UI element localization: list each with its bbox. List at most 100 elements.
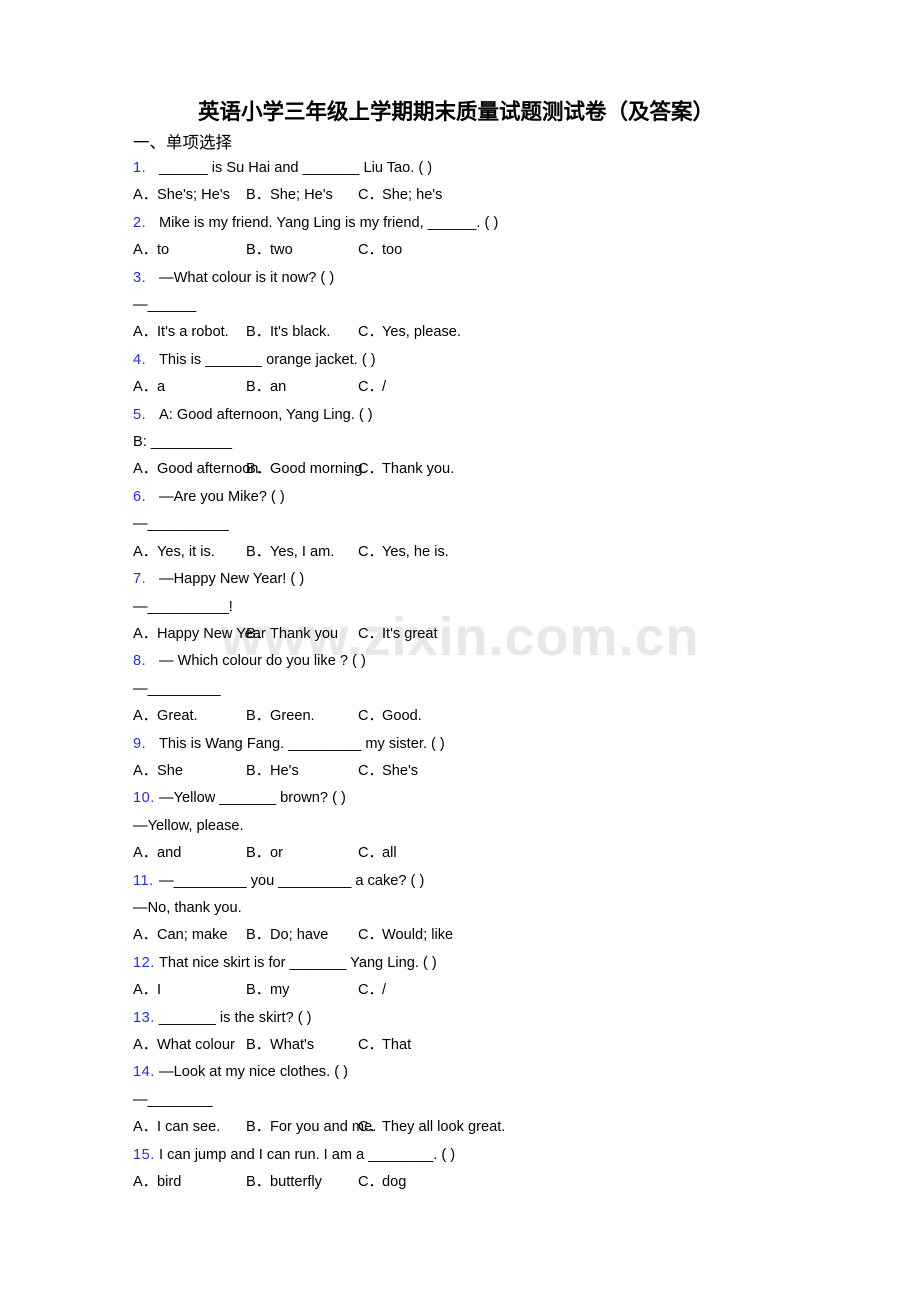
- option-choice[interactable]: C． Thank you.: [358, 456, 454, 483]
- question-number: 6.: [133, 488, 147, 505]
- option-choice[interactable]: A． bird: [133, 1169, 246, 1196]
- question-item: 6. —Are you Mike? ( ) —__________ A． Yes, it…: [133, 484, 920, 566]
- option-choice[interactable]: C． Yes, he is.: [358, 539, 449, 566]
- option-text: Thank you: [270, 625, 339, 642]
- option-choice[interactable]: C． dog: [358, 1169, 406, 1196]
- question-stem: 5. A: Good afternoon, Yang Ling. ( ): [133, 402, 920, 429]
- question-text: —Are you Mike? ( ): [159, 488, 285, 505]
- option-key: C．: [358, 1119, 384, 1136]
- question-item: 13. _______ is the skirt? ( ) A． What colou…: [133, 1005, 920, 1060]
- option-text: Would; like: [382, 927, 454, 944]
- option-choice[interactable]: A． Good afternoon.: [133, 456, 262, 483]
- section-heading-multiple-choice: 一、单项选择: [133, 133, 232, 152]
- question-item: 15. I can jump and I can run. I am a ____…: [133, 1142, 920, 1197]
- question-item: 8. — Which colour do you like ? ( ) —_____…: [133, 648, 920, 730]
- question-stem: 13. _______ is the skirt? ( ): [133, 1005, 920, 1032]
- option-choice[interactable]: C． Good.: [358, 703, 422, 730]
- option-choice[interactable]: A． a: [133, 374, 246, 401]
- option-text: my: [270, 982, 290, 999]
- question-stem: 3. —What colour is it now? ( ): [133, 265, 920, 292]
- option-choice[interactable]: B． an: [246, 374, 358, 401]
- option-choice[interactable]: A． What colour: [133, 1032, 246, 1059]
- option-choice[interactable]: B． What's: [246, 1032, 358, 1059]
- option-key: C．: [358, 324, 384, 341]
- option-choice[interactable]: C． all: [358, 840, 397, 867]
- option-choice[interactable]: A． She's; He's: [133, 182, 246, 209]
- option-choice[interactable]: C． Would; like: [358, 922, 453, 949]
- option-choice[interactable]: C． She's: [358, 758, 418, 785]
- option-text: I: [157, 982, 162, 999]
- option-choice[interactable]: B． It's black.: [246, 319, 358, 346]
- option-row: A． She B． He's C． She's: [133, 758, 920, 785]
- question-stem: 12. That nice skirt is for _______ Yang L…: [133, 950, 920, 977]
- option-choice[interactable]: C． /: [358, 977, 386, 1004]
- option-choice[interactable]: B． He's: [246, 758, 358, 785]
- option-row: A． to B． two C． too: [133, 237, 920, 264]
- option-choice[interactable]: A． She: [133, 758, 246, 785]
- question-stem: 9. This is Wang Fang. _________ my sister…: [133, 731, 920, 758]
- option-choice[interactable]: B． Yes, I am.: [246, 539, 358, 566]
- option-choice[interactable]: B． Thank you: [246, 621, 358, 648]
- question-stem: 2. Mike is my friend. Yang Ling is my fri…: [133, 210, 920, 237]
- option-row: A． I can see. B． For you and me. C． They all …: [133, 1114, 920, 1141]
- option-text: She; he's: [382, 187, 443, 204]
- option-text: Yes, I am.: [270, 543, 335, 560]
- option-key: C．: [358, 379, 384, 396]
- question-stem: 7. —Happy New Year! ( ): [133, 566, 920, 593]
- question-text: —Happy New Year! ( ): [159, 571, 305, 588]
- option-choice[interactable]: B． two: [246, 237, 358, 264]
- option-choice[interactable]: B． Good morning.: [246, 456, 367, 483]
- option-text: /: [382, 982, 387, 999]
- option-key: B．: [246, 543, 271, 560]
- option-choice[interactable]: A． and: [133, 840, 246, 867]
- option-choice[interactable]: B． butterfly: [246, 1169, 358, 1196]
- option-text: She's; He's: [157, 187, 230, 204]
- question-text: This is _______ orange jacket. ( ): [159, 351, 376, 368]
- option-choice[interactable]: A． Great.: [133, 703, 246, 730]
- option-choice[interactable]: C． They all look great.: [358, 1114, 505, 1141]
- option-choice[interactable]: B． Green.: [246, 703, 358, 730]
- option-row: A． and B． or C． all: [133, 840, 920, 867]
- option-key: C．: [358, 982, 384, 999]
- option-text: dog: [382, 1174, 407, 1191]
- option-choice[interactable]: C． It's great: [358, 621, 438, 648]
- option-choice[interactable]: C． /: [358, 374, 386, 401]
- option-choice[interactable]: A． It's a robot.: [133, 319, 246, 346]
- question-number: 7.: [133, 571, 147, 588]
- option-key: C．: [358, 187, 384, 204]
- option-row: A． She's; He's B． She; He's C． She; he's: [133, 182, 920, 209]
- option-text: He's: [270, 762, 299, 779]
- option-choice[interactable]: C． Yes, please.: [358, 319, 461, 346]
- option-key: A．: [133, 543, 158, 560]
- option-choice[interactable]: C． That: [358, 1032, 411, 1059]
- option-choice[interactable]: A． Happy New Year: [133, 621, 266, 648]
- question-item: 2. Mike is my friend. Yang Ling is my fri…: [133, 210, 920, 265]
- document-content: 英语小学三年级上学期期末质量试题测试卷（及答案） 一、单项选择 1. ______…: [0, 0, 920, 1196]
- question-number: 15.: [133, 1146, 155, 1163]
- option-choice[interactable]: B． She; He's: [246, 182, 358, 209]
- option-key: B．: [246, 625, 271, 642]
- option-choice[interactable]: A． I can see.: [133, 1114, 246, 1141]
- option-choice[interactable]: A． Yes, it is.: [133, 539, 246, 566]
- option-key: A．: [133, 982, 158, 999]
- question-item: 14. —Look at my nice clothes. ( ) —_______…: [133, 1059, 920, 1141]
- question-text: That nice skirt is for _______ Yang Ling…: [159, 954, 437, 971]
- option-text: Yes, it is.: [157, 543, 215, 560]
- option-choice[interactable]: B． Do; have: [246, 922, 358, 949]
- option-key: A．: [133, 927, 158, 944]
- option-choice[interactable]: B． For you and me.: [246, 1114, 376, 1141]
- option-choice[interactable]: A． to: [133, 237, 246, 264]
- option-choice[interactable]: A． I: [133, 977, 246, 1004]
- option-row: A． Happy New Year B． Thank you C． It's great: [133, 621, 920, 648]
- option-text: Thank you.: [382, 461, 455, 478]
- question-text: —What colour is it now? ( ): [159, 269, 335, 286]
- option-choice[interactable]: A． Can; make: [133, 922, 246, 949]
- question-text: A: Good afternoon, Yang Ling. ( ): [159, 406, 373, 423]
- question-number: 13.: [133, 1009, 155, 1026]
- option-choice[interactable]: C． She; he's: [358, 182, 442, 209]
- option-choice[interactable]: C． too: [358, 237, 402, 264]
- question-stem: 10. —Yellow _______ brown? ( ): [133, 785, 920, 812]
- option-choice[interactable]: B． my: [246, 977, 358, 1004]
- option-choice[interactable]: B． or: [246, 840, 358, 867]
- option-text: That: [382, 1037, 412, 1053]
